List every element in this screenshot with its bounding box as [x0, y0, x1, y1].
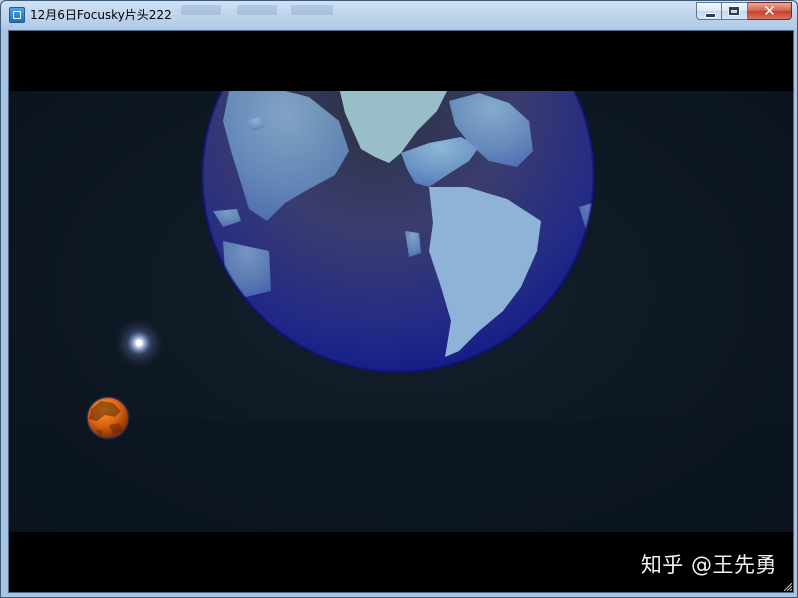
scene-stage[interactable] — [9, 91, 793, 532]
maximize-button[interactable] — [722, 2, 748, 20]
resize-grip-icon[interactable] — [784, 583, 792, 591]
watermark-text: 知乎 @王先勇 — [640, 553, 777, 577]
title-bar[interactable]: 12月6日Focusky片头222 ✕ — [1, 1, 797, 29]
bottom-letterbox: 知乎 @王先勇 — [9, 532, 793, 592]
app-window-icon[interactable] — [9, 7, 25, 23]
scene-canvas — [9, 91, 793, 532]
minimize-icon — [705, 13, 716, 18]
presentation-viewport[interactable]: 知乎 @王先勇 — [8, 30, 794, 593]
earth-globe[interactable] — [200, 91, 601, 374]
hidden-menu-ghost — [237, 5, 277, 15]
hidden-menu-ghost — [181, 5, 221, 15]
close-button[interactable]: ✕ — [748, 2, 792, 20]
caption-buttons: ✕ — [696, 2, 792, 21]
close-icon: ✕ — [763, 2, 776, 20]
app-window: 12月6日Focusky片头222 ✕ 知乎 @王先勇 — [0, 0, 798, 598]
horizon-haze — [9, 421, 793, 532]
minimize-button[interactable] — [696, 2, 722, 20]
orange-planet[interactable] — [86, 396, 130, 440]
glowing-star — [113, 317, 165, 369]
maximize-icon — [728, 6, 740, 16]
window-title: 12月6日Focusky片头222 — [30, 8, 172, 22]
hidden-menu-ghost — [291, 5, 333, 15]
